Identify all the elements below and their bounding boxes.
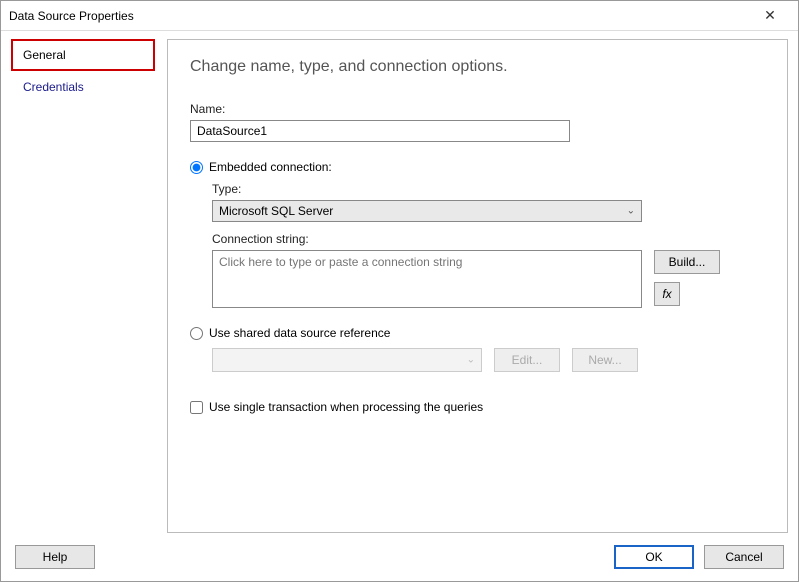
- dialog-window: Data Source Properties ✕ General Credent…: [0, 0, 799, 582]
- conn-side-buttons: Build... fx: [654, 250, 720, 306]
- footer: Help OK Cancel: [1, 533, 798, 581]
- shared-dropdown: ⌄: [212, 348, 482, 372]
- fx-button[interactable]: fx: [654, 282, 680, 306]
- type-dropdown[interactable]: Microsoft SQL Server ⌄: [212, 200, 642, 222]
- edit-button: Edit...: [494, 348, 560, 372]
- cancel-button[interactable]: Cancel: [704, 545, 784, 569]
- chevron-down-icon: ⌄: [627, 206, 635, 217]
- fx-icon: fx: [662, 287, 671, 301]
- name-section: Name:: [190, 102, 765, 142]
- embedded-section: Embedded connection: Type: Microsoft SQL…: [190, 160, 765, 308]
- shared-radio-label: Use shared data source reference: [209, 326, 390, 340]
- embedded-indent: Type: Microsoft SQL Server ⌄ Connection …: [212, 182, 765, 308]
- shared-section: Use shared data source reference ⌄ Edit.…: [190, 326, 765, 372]
- conn-string-input[interactable]: [212, 250, 642, 308]
- sidebar-item-label: General: [23, 48, 66, 62]
- page-heading: Change name, type, and connection option…: [190, 58, 765, 76]
- sidebar-item-credentials[interactable]: Credentials: [11, 71, 155, 103]
- single-transaction-row[interactable]: Use single transaction when processing t…: [190, 400, 765, 414]
- window-title: Data Source Properties: [9, 9, 750, 23]
- sidebar-item-general[interactable]: General: [11, 39, 155, 71]
- embedded-radio-label: Embedded connection:: [209, 160, 332, 174]
- titlebar: Data Source Properties ✕: [1, 1, 798, 31]
- dialog-body: General Credentials Change name, type, a…: [1, 31, 798, 533]
- main-panel: Change name, type, and connection option…: [167, 39, 788, 533]
- ok-button[interactable]: OK: [614, 545, 694, 569]
- embedded-radio[interactable]: [190, 161, 203, 174]
- type-label: Type:: [212, 182, 765, 196]
- single-transaction-label: Use single transaction when processing t…: [209, 400, 483, 414]
- type-dropdown-value: Microsoft SQL Server: [219, 204, 333, 218]
- new-button: New...: [572, 348, 638, 372]
- sidebar-item-label: Credentials: [23, 80, 84, 94]
- chevron-down-icon: ⌄: [467, 355, 475, 366]
- conn-string-label: Connection string:: [212, 232, 765, 246]
- conn-string-row: Build... fx: [212, 250, 765, 308]
- build-button[interactable]: Build...: [654, 250, 720, 274]
- embedded-radio-row[interactable]: Embedded connection:: [190, 160, 765, 174]
- name-input[interactable]: [190, 120, 570, 142]
- help-button[interactable]: Help: [15, 545, 95, 569]
- close-button[interactable]: ✕: [750, 2, 790, 30]
- shared-radio[interactable]: [190, 327, 203, 340]
- shared-controls-row: ⌄ Edit... New...: [212, 348, 765, 372]
- shared-radio-row[interactable]: Use shared data source reference: [190, 326, 765, 340]
- single-transaction-checkbox[interactable]: [190, 401, 203, 414]
- sidebar: General Credentials: [11, 39, 155, 533]
- close-icon: ✕: [764, 7, 776, 24]
- name-label: Name:: [190, 102, 765, 116]
